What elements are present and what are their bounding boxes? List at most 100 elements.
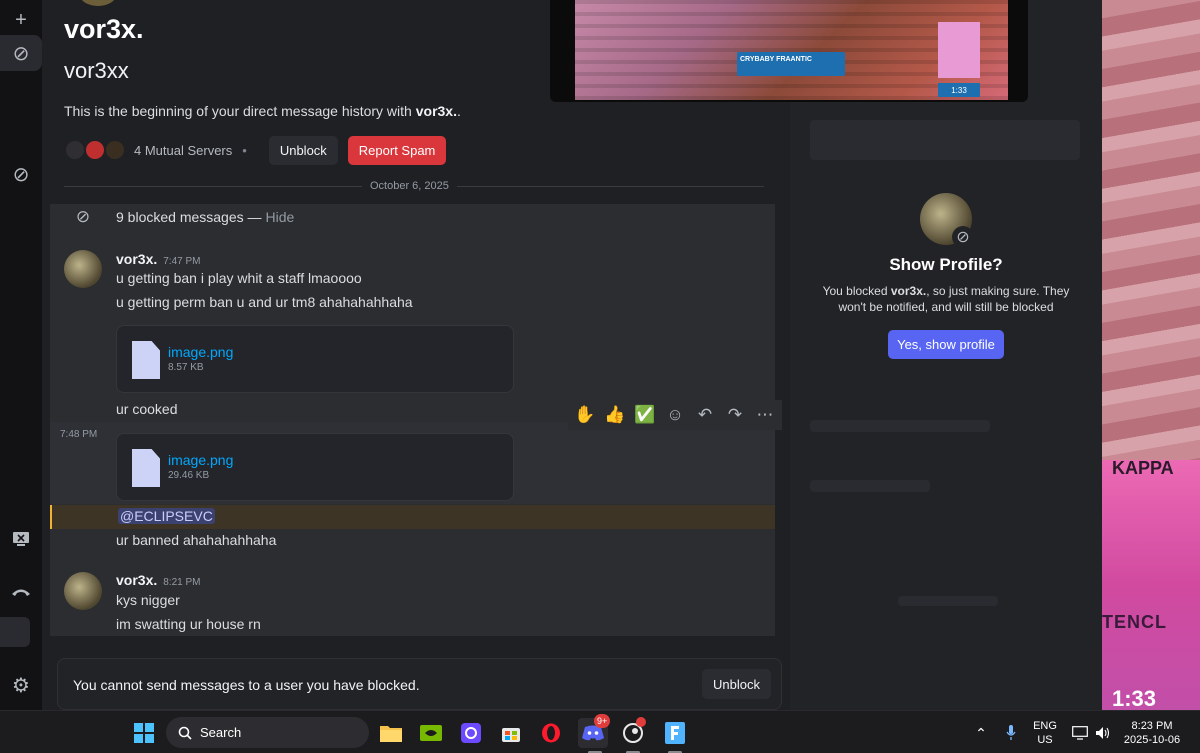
message-timestamp: 7:47 PM bbox=[163, 256, 201, 267]
forward-icon[interactable]: ↷ bbox=[724, 405, 746, 425]
mic-glyph bbox=[1006, 725, 1016, 740]
store-icon[interactable] bbox=[498, 718, 524, 748]
game-timer: 1:33 bbox=[938, 83, 980, 97]
author-name[interactable]: vor3x. bbox=[116, 251, 157, 267]
taskbar-search[interactable]: Search bbox=[166, 717, 369, 748]
blocked-notice-text: You cannot send messages to a user you h… bbox=[73, 677, 420, 693]
show-profile-name: vor3x. bbox=[890, 284, 927, 298]
chat-pane: vor3x. vor3xx This is the beginning of y… bbox=[42, 0, 790, 710]
file-explorer-icon[interactable] bbox=[378, 718, 404, 748]
blocked-icon: ⊘ bbox=[952, 226, 974, 248]
background-text: KAPPA bbox=[1112, 458, 1174, 478]
hide-blocked-button[interactable]: Hide bbox=[266, 209, 295, 225]
blocked-icon[interactable]: ⊘ bbox=[0, 35, 42, 71]
monitor-icon bbox=[1072, 726, 1088, 740]
profile-panel: ⊘ Show Profile? You blocked vor3x., so j… bbox=[790, 0, 1102, 710]
mutual-server-icons[interactable] bbox=[64, 139, 126, 161]
file-icon bbox=[132, 341, 160, 379]
attachment[interactable]: image.png 8.57 KB bbox=[116, 325, 514, 393]
network-icon[interactable] bbox=[1070, 718, 1090, 748]
file-icon bbox=[132, 449, 160, 487]
message-list: ⊘ 9 blocked messages — Hide vor3x. 7:47 P… bbox=[50, 204, 782, 636]
message-actions-toolbar: ✋ 👍 ✅ ☺ ↶ ↷ ⋯ bbox=[568, 400, 782, 430]
settings-icon[interactable]: ⚙ bbox=[0, 667, 42, 703]
stream-preview[interactable]: CRYBABY FRAANTIC 1:33 bbox=[550, 0, 1028, 102]
language-code: ENG bbox=[1033, 720, 1057, 732]
windows-start-icon[interactable] bbox=[130, 718, 158, 748]
volume-icon[interactable] bbox=[1093, 718, 1113, 748]
add-icon[interactable]: + bbox=[0, 2, 42, 38]
blocked-messages-text: 9 blocked messages — bbox=[116, 209, 262, 225]
separator: • bbox=[242, 142, 247, 158]
server-icon bbox=[64, 139, 86, 161]
language-region: US bbox=[1037, 734, 1053, 746]
fortnite-icon[interactable] bbox=[662, 718, 688, 748]
attachment[interactable]: image.png 29.46 KB bbox=[116, 433, 514, 501]
clock[interactable]: 8:23 PM 2025-10-06 bbox=[1120, 719, 1184, 747]
screen-off-icon bbox=[13, 532, 29, 546]
attachment-name[interactable]: image.png bbox=[168, 344, 233, 360]
language-indicator[interactable]: ENG US bbox=[1030, 719, 1060, 747]
skeleton-line bbox=[898, 596, 998, 606]
profile-display-name: vor3x. bbox=[64, 14, 144, 44]
profile-username: vor3xx bbox=[64, 58, 129, 83]
add-reaction-icon[interactable]: ☺ bbox=[664, 405, 686, 425]
nvidia-logo-icon bbox=[420, 725, 442, 741]
attachment-name[interactable]: image.png bbox=[168, 452, 233, 468]
speaker-icon bbox=[1096, 727, 1110, 739]
fortnite-logo-icon bbox=[665, 722, 685, 744]
dm-intro: This is the beginning of your direct mes… bbox=[64, 103, 461, 119]
nvidia-icon[interactable] bbox=[418, 718, 444, 748]
mutual-servers-link[interactable]: 4 Mutual Servers bbox=[134, 143, 232, 158]
unblock-button[interactable]: Unblock bbox=[268, 135, 338, 165]
reaction-thumbs-up[interactable]: 👍 bbox=[604, 405, 626, 425]
message-text: u getting ban i play whit a staff lmaooo… bbox=[116, 270, 362, 286]
message-row-hovered: 7:48 PM image.png 29.46 KB bbox=[50, 422, 775, 504]
stream-icon[interactable] bbox=[0, 521, 42, 557]
mention-row: @ECLIPSEVC bbox=[50, 505, 775, 529]
windows-logo-icon bbox=[134, 723, 154, 743]
blocked-icon[interactable]: ⊘ bbox=[0, 156, 42, 192]
message-text: im swatting ur house rn bbox=[116, 616, 261, 632]
message-text: u getting perm ban u and ur tm8 ahahahah… bbox=[116, 294, 413, 310]
author-name[interactable]: vor3x. bbox=[116, 572, 157, 588]
phone-icon bbox=[12, 589, 30, 596]
attachment-size: 8.57 KB bbox=[168, 362, 204, 373]
game-background bbox=[1102, 460, 1200, 710]
proton-icon[interactable] bbox=[458, 718, 484, 748]
avatar[interactable] bbox=[64, 250, 102, 288]
hangup-icon[interactable] bbox=[0, 574, 42, 610]
composer-blocked-notice: You cannot send messages to a user you h… bbox=[57, 658, 782, 710]
report-spam-button[interactable]: Report Spam bbox=[347, 135, 447, 165]
clock-date: 2025-10-06 bbox=[1123, 734, 1181, 746]
panel-tab[interactable] bbox=[0, 617, 30, 647]
avatar[interactable] bbox=[64, 572, 102, 610]
reply-icon[interactable]: ↶ bbox=[694, 405, 716, 425]
chevron-up-icon[interactable]: ⌃ bbox=[972, 718, 990, 748]
server-icon bbox=[104, 139, 126, 161]
more-icon[interactable]: ⋯ bbox=[754, 405, 776, 425]
reaction-check[interactable]: ✅ bbox=[634, 405, 656, 425]
show-profile-button[interactable]: Yes, show profile bbox=[888, 330, 1004, 359]
user-mention[interactable]: @ECLIPSEVC bbox=[118, 508, 215, 524]
blocked-messages-row: ⊘ 9 blocked messages — Hide bbox=[50, 204, 775, 230]
server-rail: + ⊘ ⊘ ⚙ bbox=[0, 0, 42, 710]
skeleton-line bbox=[810, 420, 990, 432]
message-timestamp: 7:48 PM bbox=[60, 429, 98, 440]
clock-time: 8:23 PM bbox=[1131, 720, 1173, 732]
reaction-hand[interactable]: ✋ bbox=[574, 405, 596, 425]
discord-notification-badge: 9+ bbox=[594, 714, 611, 728]
opera-icon[interactable] bbox=[538, 718, 564, 748]
skeleton-line bbox=[810, 480, 930, 492]
attachment-size: 29.46 KB bbox=[168, 470, 210, 481]
show-profile-text-prefix: You blocked bbox=[822, 284, 891, 298]
message-text: kys nigger bbox=[116, 592, 180, 608]
microphone-icon[interactable] bbox=[1002, 718, 1020, 748]
dm-intro-name: vor3x. bbox=[415, 103, 457, 119]
message-timestamp: 8:21 PM bbox=[163, 577, 201, 588]
composer-unblock-button[interactable]: Unblock bbox=[702, 669, 771, 699]
dm-intro-suffix: . bbox=[456, 103, 461, 119]
dm-intro-text: This is the beginning of your direct mes… bbox=[64, 103, 416, 119]
search-label: Search bbox=[200, 725, 242, 740]
date-divider: October 6, 2025 bbox=[362, 180, 457, 192]
